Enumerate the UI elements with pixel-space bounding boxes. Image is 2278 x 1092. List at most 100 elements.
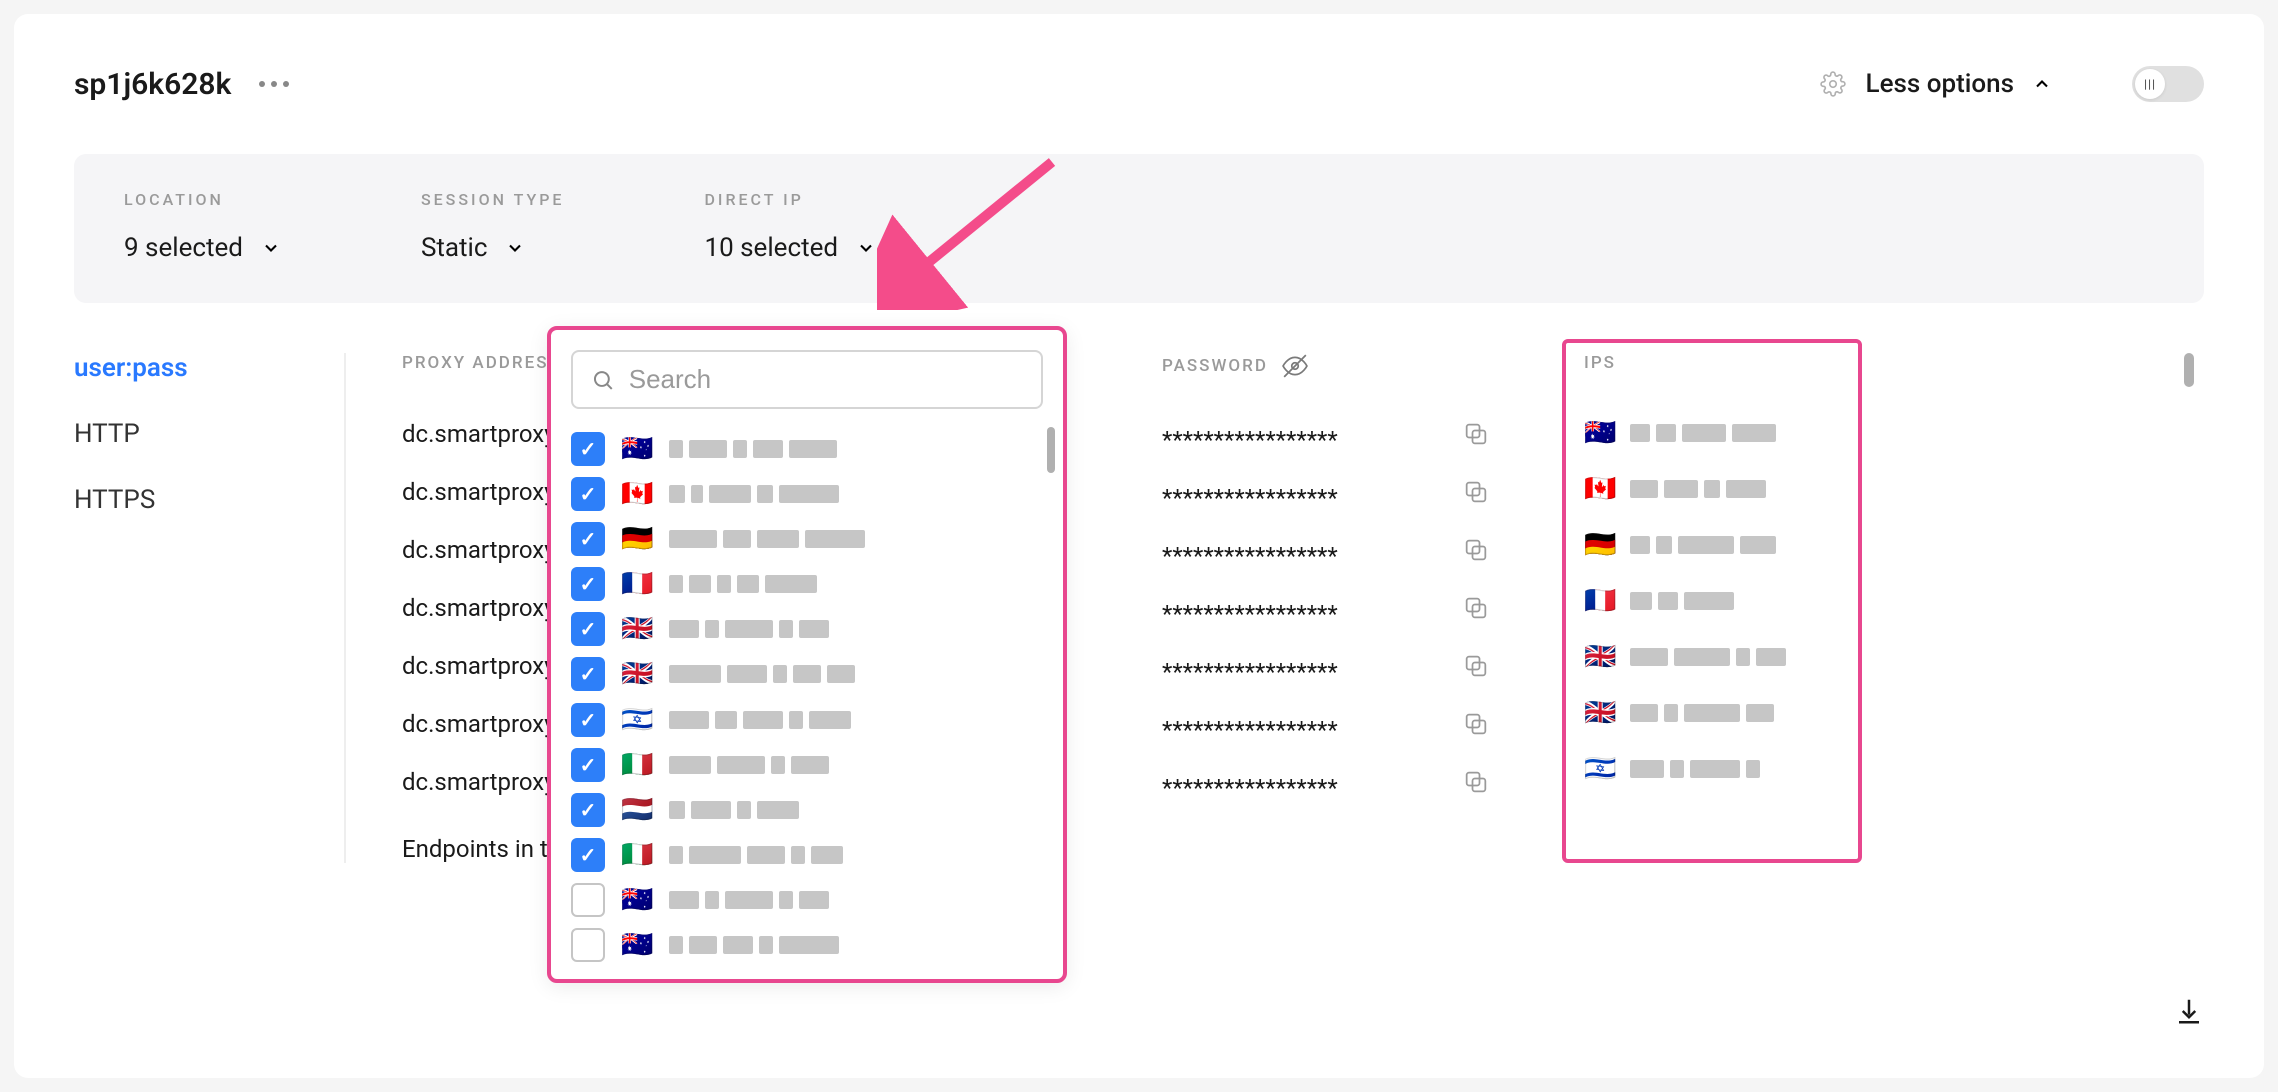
flag-icon: 🇦🇺 <box>621 887 653 913</box>
chevron-up-icon <box>2032 74 2052 94</box>
flag-icon: 🇦🇺 <box>621 932 653 958</box>
dropdown-item[interactable]: ✓ 🇮🇹 <box>571 834 1057 877</box>
annotation-arrow <box>877 150 1077 310</box>
download-button[interactable] <box>2174 996 2204 1030</box>
flag-icon: 🇮🇱 <box>621 707 653 733</box>
flag-icon: 🇮🇹 <box>621 842 653 868</box>
copy-icon <box>1462 710 1490 738</box>
copy-button[interactable] <box>1462 637 1562 695</box>
filters-bar: LOCATION 9 selected SESSION TYPE Static … <box>74 154 2204 303</box>
copy-button[interactable] <box>1462 521 1562 579</box>
header-row: sp1j6k628k Less options <box>74 66 2204 102</box>
filter-direct-ip-label: DIRECT IP <box>704 190 876 209</box>
password-row: ***************** <box>1162 469 1462 527</box>
dropdown-item[interactable]: ✓ 🇬🇧 <box>571 653 1057 696</box>
flag-icon: 🇩🇪 <box>621 526 653 552</box>
copy-icon <box>1462 768 1490 796</box>
dropdown-item[interactable]: ✓🇮🇹 <box>571 743 1057 786</box>
col-ips-highlighted: IPS 🇦🇺🇨🇦🇩🇪🇫🇷🇬🇧🇬🇧🇮🇱 <box>1562 339 1862 863</box>
less-options-toggle[interactable]: Less options <box>1866 69 2052 99</box>
flag-icon: 🇬🇧 <box>621 661 653 687</box>
dropdown-item[interactable]: ✓ 🇩🇪 <box>571 517 1057 560</box>
flag-icon: 🇫🇷 <box>621 571 653 597</box>
more-menu-icon[interactable] <box>259 81 289 87</box>
sidebar-tabs: user:pass HTTP HTTPS <box>74 353 344 863</box>
ip-row: 🇮🇱 <box>1584 741 1840 797</box>
dropdown-item[interactable]: ✓ 🇮🇱 <box>571 698 1057 741</box>
copy-button[interactable] <box>1462 579 1562 637</box>
search-wrap <box>571 350 1043 409</box>
copy-button[interactable] <box>1462 753 1562 811</box>
copy-icon <box>1462 652 1490 680</box>
checkbox-checked[interactable]: ✓ <box>571 703 605 737</box>
checkbox-checked[interactable]: ✓ <box>571 793 605 827</box>
dropdown-item[interactable]: ✓🇳🇱 <box>571 788 1057 831</box>
col-header-password: PASSWORD <box>1162 353 1462 379</box>
flag-icon: 🇦🇺 <box>621 436 653 462</box>
copy-button[interactable] <box>1462 463 1562 521</box>
chevron-down-icon <box>505 238 525 258</box>
filter-session-type-value[interactable]: Static <box>421 233 565 263</box>
col-header-copy <box>1462 353 1562 373</box>
checkbox-checked[interactable]: ✓ <box>571 838 605 872</box>
ip-row: 🇬🇧 <box>1584 629 1840 685</box>
gear-icon[interactable] <box>1820 71 1846 97</box>
ip-row: 🇨🇦 <box>1584 461 1840 517</box>
table-scrollbar[interactable] <box>2184 353 2194 387</box>
password-row: ***************** <box>1162 411 1462 469</box>
copy-button[interactable] <box>1462 695 1562 753</box>
search-input[interactable] <box>629 364 1023 395</box>
tab-https[interactable]: HTTPS <box>74 485 344 515</box>
copy-icon <box>1462 536 1490 564</box>
col-copy <box>1462 353 1562 863</box>
chevron-down-icon <box>856 238 876 258</box>
flag-icon: 🇩🇪 <box>1584 532 1616 558</box>
ip-row: 🇫🇷 <box>1584 573 1840 629</box>
dropdown-item[interactable]: 🇦🇺 <box>571 879 1057 922</box>
toggle-knob <box>2135 69 2165 99</box>
flag-icon: 🇬🇧 <box>621 616 653 642</box>
flag-icon: 🇨🇦 <box>1584 476 1616 502</box>
ip-row: 🇩🇪 <box>1584 517 1840 573</box>
dropdown-item[interactable]: 🇦🇺 <box>571 924 1057 967</box>
dropdown-scrollbar[interactable] <box>1047 427 1055 473</box>
copy-icon <box>1462 420 1490 448</box>
filter-direct-ip: DIRECT IP 10 selected <box>704 190 876 263</box>
col-header-ips: IPS <box>1584 353 1840 373</box>
checkbox-checked[interactable]: ✓ <box>571 477 605 511</box>
dropdown-item[interactable]: ✓ 🇫🇷 <box>571 563 1057 606</box>
copy-button[interactable] <box>1462 405 1562 463</box>
toggle-switch[interactable] <box>2132 66 2204 102</box>
checkbox-checked[interactable]: ✓ <box>571 612 605 646</box>
filter-location-label: LOCATION <box>124 190 281 209</box>
dropdown-item[interactable]: ✓ 🇬🇧 <box>571 608 1057 651</box>
password-row: ***************** <box>1162 643 1462 701</box>
direct-ip-dropdown: ✓🇦🇺✓🇨🇦✓🇩🇪✓🇫🇷✓🇬🇧✓🇬🇧✓🇮🇱✓🇮🇹✓🇳🇱✓🇮🇹🇦🇺🇦🇺 <box>547 326 1067 983</box>
col-password: PASSWORD ***************** *************… <box>1162 353 1462 863</box>
checkbox-checked[interactable]: ✓ <box>571 748 605 782</box>
header-left: sp1j6k628k <box>74 67 289 102</box>
content-row: user:pass HTTP HTTPS PROXY ADDRESS dc.sm… <box>74 353 2204 863</box>
less-options-label: Less options <box>1866 69 2014 99</box>
checkbox-checked[interactable]: ✓ <box>571 567 605 601</box>
checkbox-unchecked[interactable] <box>571 883 605 917</box>
checkbox-unchecked[interactable] <box>571 928 605 962</box>
eye-off-icon[interactable] <box>1282 353 1308 379</box>
tab-http[interactable]: HTTP <box>74 419 344 449</box>
filter-session-type: SESSION TYPE Static <box>421 190 565 263</box>
search-icon <box>591 367 615 393</box>
filter-direct-ip-value[interactable]: 10 selected <box>704 233 876 263</box>
page-title: sp1j6k628k <box>74 67 231 102</box>
dropdown-list: ✓🇦🇺✓🇨🇦✓🇩🇪✓🇫🇷✓🇬🇧✓🇬🇧✓🇮🇱✓🇮🇹✓🇳🇱✓🇮🇹🇦🇺🇦🇺 <box>571 427 1057 967</box>
checkbox-checked[interactable]: ✓ <box>571 432 605 466</box>
dropdown-item[interactable]: ✓ 🇦🇺 <box>571 427 1057 470</box>
checkbox-checked[interactable]: ✓ <box>571 522 605 556</box>
chevron-down-icon <box>261 238 281 258</box>
dropdown-item[interactable]: ✓🇨🇦 <box>571 472 1057 515</box>
filter-location: LOCATION 9 selected <box>124 190 281 263</box>
tab-userpass[interactable]: user:pass <box>74 353 344 383</box>
filter-location-value[interactable]: 9 selected <box>124 233 281 263</box>
main-card: sp1j6k628k Less options LOCATION 9 selec <box>14 14 2264 1078</box>
copy-icon <box>1462 594 1490 622</box>
checkbox-checked[interactable]: ✓ <box>571 657 605 691</box>
